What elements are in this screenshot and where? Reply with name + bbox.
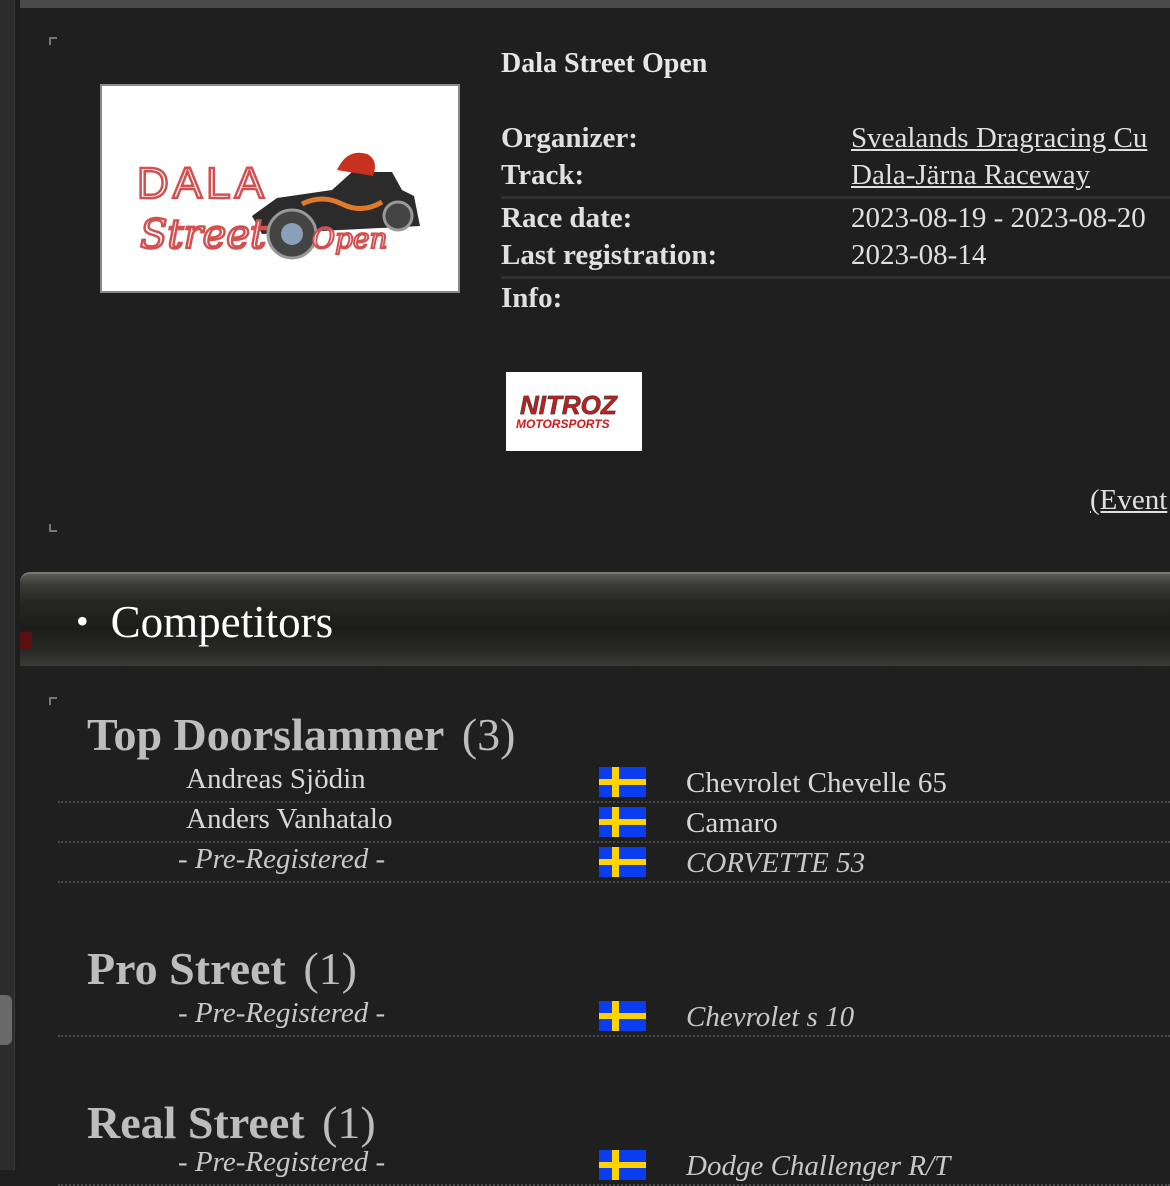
organizer-link[interactable]: Svealands Dragracing Cu	[851, 122, 1147, 155]
track-link[interactable]: Dala-Järna Raceway	[851, 159, 1090, 192]
sweden-flag-icon	[599, 847, 646, 877]
competitor-car: Chevrolet Chevelle 65	[686, 767, 947, 799]
class-count: (1)	[303, 943, 357, 994]
class-count: (1)	[322, 1097, 376, 1148]
tab-competitors-label: Competitors	[110, 597, 334, 647]
info-row-last-registration: Last registration: 2023-08-14	[501, 239, 1170, 279]
info-row-track: Track: Dala-Järna Raceway	[501, 159, 1170, 199]
class-name: Real Street	[87, 1097, 305, 1148]
last-registration-value: 2023-08-14	[851, 239, 987, 271]
corner-mark	[49, 37, 57, 45]
sweden-flag-icon	[599, 807, 646, 837]
info-row-race-date: Race date: 2023-08-19 - 2023-08-20	[501, 202, 1170, 238]
competitor-car: CORVETTE 53	[686, 847, 866, 879]
info-label: Info:	[501, 282, 563, 314]
sidebar-handle[interactable]	[0, 995, 12, 1045]
race-date-value: 2023-08-19 - 2023-08-20	[851, 202, 1146, 234]
competitor-name[interactable]: Andreas Sjödin	[186, 763, 366, 796]
sweden-flag-icon	[599, 1001, 646, 1031]
corner-mark	[49, 697, 57, 705]
event-link[interactable]: (Event	[1090, 484, 1167, 517]
competitor-name[interactable]: Anders Vanhatalo	[186, 803, 392, 836]
logo-text-open: Open	[312, 222, 387, 255]
competitor-name: - Pre-Registered -	[178, 1146, 386, 1178]
event-title: Dala Street Open	[501, 48, 708, 79]
tab-competitors[interactable]: • Competitors	[76, 596, 333, 648]
logo-text-dala: DALA	[137, 159, 268, 208]
sponsor-logo[interactable]: NITROZ MOTORSPORTS	[506, 372, 642, 451]
competitor-car: Chevrolet s 10	[686, 1001, 855, 1033]
race-date-label: Race date:	[501, 202, 633, 234]
organizer-label: Organizer:	[501, 122, 638, 154]
sweden-flag-icon	[599, 1150, 646, 1180]
sponsor-logo-subtext: MOTORSPORTS	[516, 417, 610, 431]
class-name: Pro Street	[87, 943, 286, 994]
logo-text-street: Street	[140, 212, 267, 258]
competitor-row[interactable]: Anders Vanhatalo Camaro	[58, 801, 1170, 843]
competitor-row[interactable]: - Pre-Registered - Chevrolet s 10	[58, 995, 1170, 1037]
competitor-row[interactable]: Andreas Sjödin Chevrolet Chevelle 65	[58, 761, 1170, 803]
competitor-car: Camaro	[686, 807, 778, 839]
bullet-icon: •	[76, 601, 89, 641]
info-row-info: Info:	[501, 282, 1170, 320]
competitor-car: Dodge Challenger R/T	[686, 1150, 951, 1182]
tab-bar-accent	[20, 632, 32, 650]
competitor-row[interactable]: - Pre-Registered - CORVETTE 53	[58, 841, 1170, 883]
class-heading-real-street: Real Street (1)	[87, 1096, 376, 1149]
corner-mark	[49, 524, 57, 532]
last-registration-label: Last registration:	[501, 239, 718, 271]
class-heading-top-doorslammer: Top Doorslammer (3)	[87, 708, 515, 761]
event-logo: DALA Street Open	[100, 84, 460, 293]
competitor-row[interactable]: - Pre-Registered - Dodge Challenger R/T	[58, 1144, 1170, 1186]
class-heading-pro-street: Pro Street (1)	[87, 942, 357, 995]
competitor-name: - Pre-Registered -	[178, 843, 386, 875]
sponsor-logo-text: NITROZ	[520, 390, 618, 420]
class-name: Top Doorslammer	[87, 709, 445, 760]
class-count: (3)	[461, 709, 516, 760]
competitor-name: - Pre-Registered -	[178, 997, 386, 1029]
left-sidebar-edge	[0, 0, 15, 1170]
sweden-flag-icon	[599, 767, 646, 797]
track-label: Track:	[501, 159, 585, 191]
info-row-organizer: Organizer: Svealands Dragracing Cu	[501, 122, 1170, 158]
